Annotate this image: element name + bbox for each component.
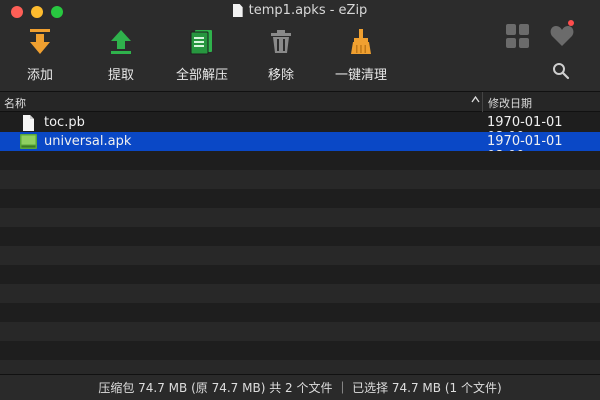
clean-label: 一键清理 bbox=[334, 68, 387, 83]
empty-row bbox=[0, 303, 600, 322]
empty-row bbox=[0, 246, 600, 265]
ezip-window: temp1.apks - eZip 添加 提取 全部解压 移除 一键清理 名称 … bbox=[0, 0, 600, 400]
empty-row bbox=[0, 208, 600, 227]
column-name-header[interactable]: 名称 bbox=[4, 95, 26, 111]
apk-icon bbox=[20, 134, 37, 149]
extract-all-label: 全部解压 bbox=[175, 68, 228, 83]
extract-button[interactable]: 提取 bbox=[81, 28, 161, 83]
sort-ascending-icon[interactable] bbox=[471, 94, 480, 107]
clean-button[interactable]: 一键清理 bbox=[321, 28, 401, 83]
window-title-area: temp1.apks - eZip bbox=[0, 3, 600, 18]
extract-arrow-up-icon bbox=[107, 28, 135, 56]
file-row-toc[interactable]: toc.pb 1970-01-01 08:00 bbox=[0, 113, 600, 145]
trash-icon bbox=[267, 28, 295, 56]
empty-row bbox=[0, 170, 600, 189]
status-text: 压缩包 74.7 MB (原 74.7 MB) 共 2 个文件 ｜ 已选择 74… bbox=[98, 381, 502, 395]
empty-row bbox=[0, 284, 600, 303]
empty-row bbox=[0, 265, 600, 284]
right-toolbar-group bbox=[506, 20, 586, 84]
add-label: 添加 bbox=[26, 68, 53, 83]
column-date-header[interactable]: 修改日期 bbox=[488, 95, 532, 111]
extract-all-button[interactable]: 全部解压 bbox=[162, 28, 242, 83]
column-header: 名称 修改日期 bbox=[0, 92, 600, 112]
empty-row bbox=[0, 341, 600, 360]
empty-row bbox=[0, 151, 600, 170]
document-icon bbox=[232, 4, 243, 17]
remove-label: 移除 bbox=[267, 68, 294, 83]
remove-button[interactable]: 移除 bbox=[241, 28, 321, 83]
heart-icon[interactable] bbox=[550, 25, 574, 47]
add-arrow-down-icon bbox=[26, 28, 54, 56]
grid-view-icon[interactable] bbox=[506, 24, 530, 48]
file-list: toc.pb 1970-01-01 08:00 universal.apk 19… bbox=[0, 113, 600, 379]
titlebar-toolbar: temp1.apks - eZip 添加 提取 全部解压 移除 一键清理 bbox=[0, 0, 600, 92]
broom-clean-icon bbox=[347, 28, 375, 56]
file-name: universal.apk bbox=[44, 134, 132, 149]
empty-row bbox=[0, 227, 600, 246]
extract-all-docs-icon bbox=[188, 28, 216, 56]
window-title: temp1.apks - eZip bbox=[248, 3, 368, 18]
search-icon[interactable] bbox=[552, 62, 570, 80]
notification-dot bbox=[568, 20, 574, 26]
document-icon bbox=[20, 115, 36, 131]
add-button[interactable]: 添加 bbox=[0, 28, 80, 83]
extract-label: 提取 bbox=[107, 68, 134, 83]
empty-row bbox=[0, 189, 600, 208]
column-separator[interactable] bbox=[482, 92, 483, 112]
status-bar: 压缩包 74.7 MB (原 74.7 MB) 共 2 个文件 ｜ 已选择 74… bbox=[0, 374, 600, 400]
empty-row bbox=[0, 322, 600, 341]
file-name: toc.pb bbox=[44, 115, 85, 130]
file-row-universal-apk[interactable]: universal.apk 1970-01-01 08:00 bbox=[0, 132, 600, 164]
